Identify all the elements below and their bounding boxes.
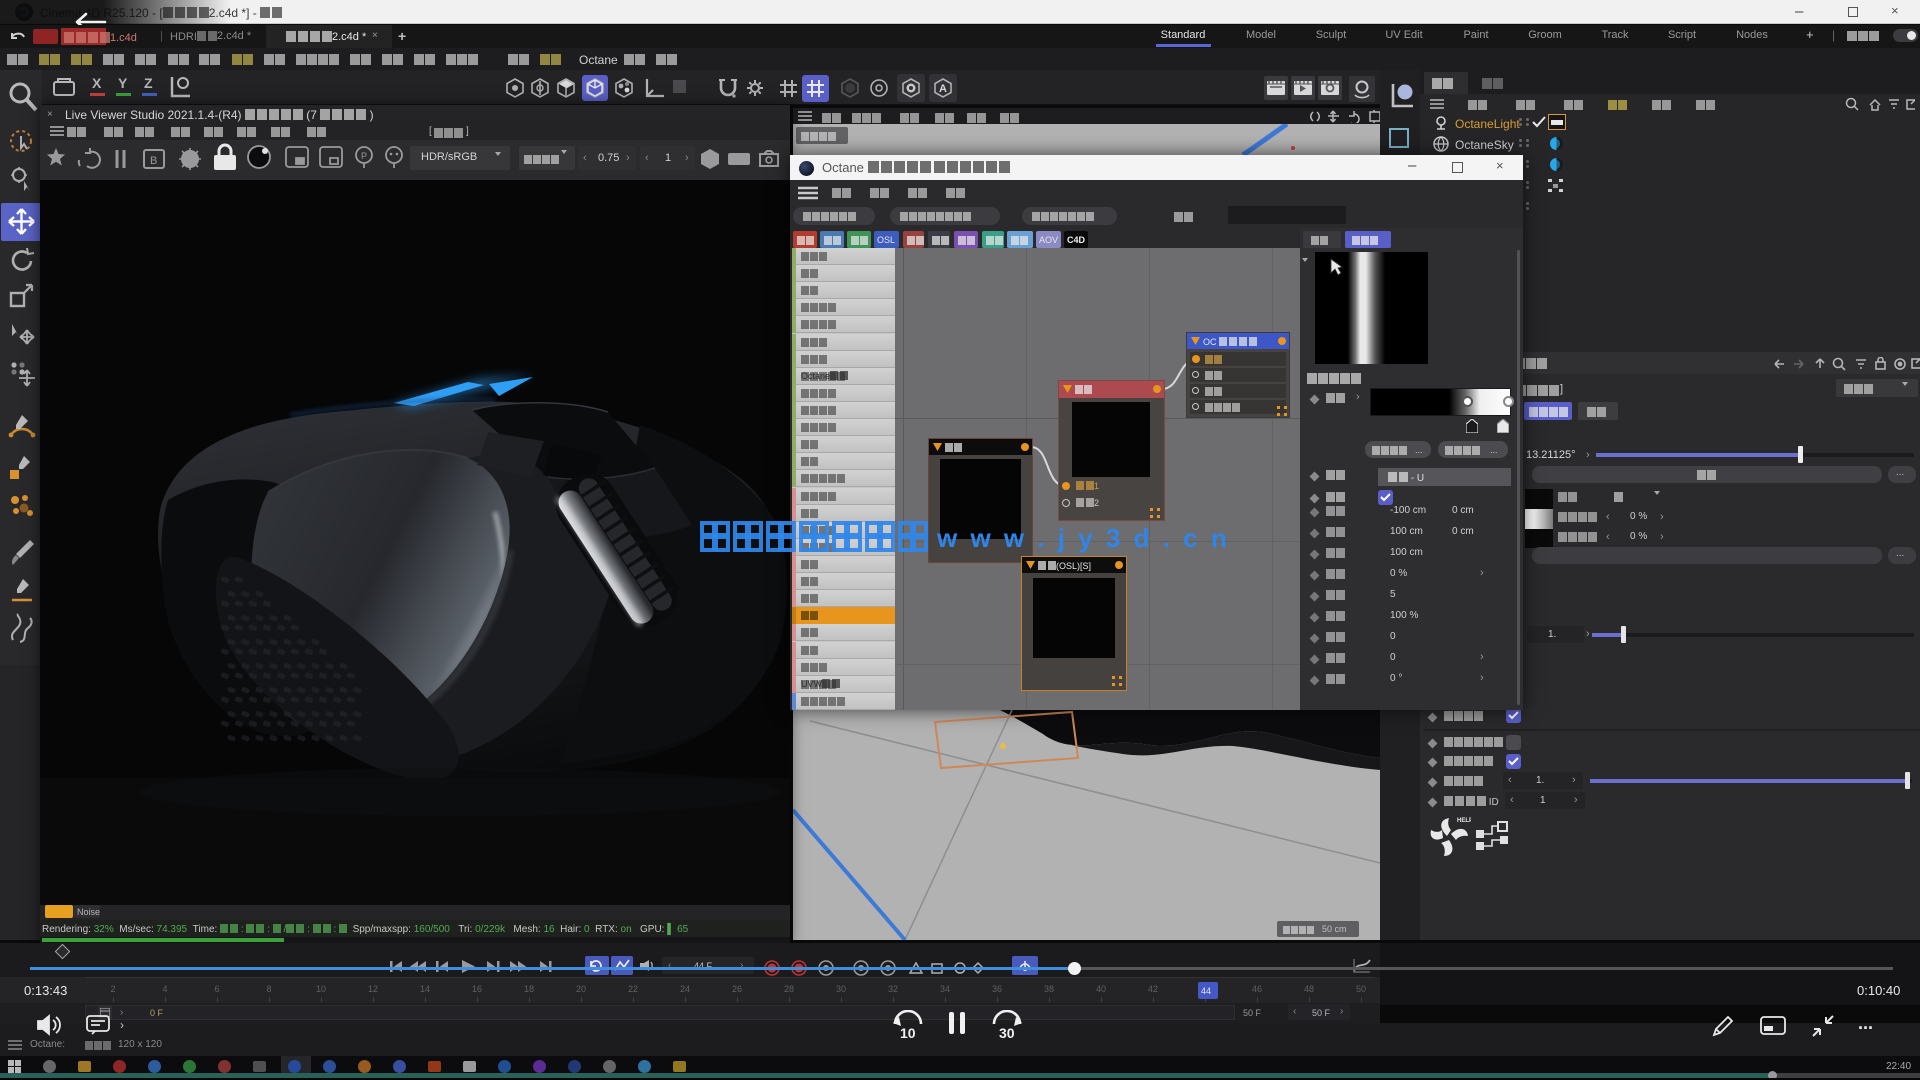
- svg-text:HELP: HELP: [1457, 818, 1471, 824]
- svg-text:30: 30: [999, 1025, 1015, 1041]
- svg-text:P: P: [361, 151, 367, 161]
- svg-text:B: B: [150, 155, 157, 167]
- svg-text:A: A: [939, 83, 947, 95]
- svg-text:10: 10: [900, 1025, 916, 1041]
